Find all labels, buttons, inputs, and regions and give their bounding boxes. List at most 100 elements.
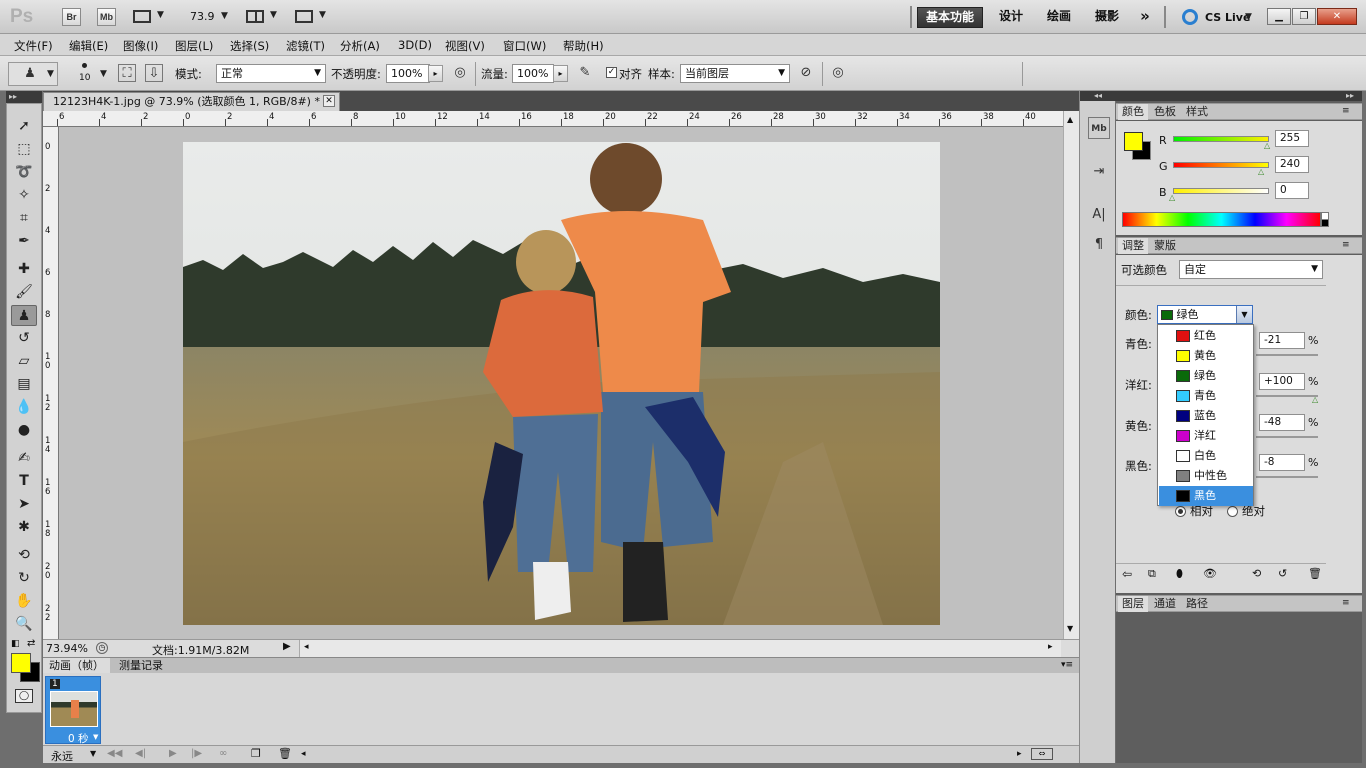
- 3d-orbit-tool-icon[interactable]: ↻: [11, 568, 37, 589]
- scroll-down-icon[interactable]: ▼: [1067, 624, 1073, 633]
- back-arrow-icon[interactable]: ⇦: [1122, 567, 1132, 581]
- b-input[interactable]: 0: [1275, 182, 1309, 199]
- close-tab-icon[interactable]: ✕: [323, 95, 335, 107]
- cyan-slider[interactable]: [1256, 354, 1318, 356]
- b-slider-handle-icon[interactable]: △: [1169, 193, 1175, 202]
- loop-select[interactable]: 永远: [51, 748, 73, 764]
- menu-view[interactable]: 视图(V): [445, 38, 485, 54]
- menu-analysis[interactable]: 分析(A): [340, 38, 380, 54]
- 3d-rotate-tool-icon[interactable]: ⟲: [11, 545, 37, 566]
- preset-select[interactable]: 自定 ▼: [1179, 260, 1323, 279]
- scroll-left-icon[interactable]: ◂: [304, 642, 309, 652]
- type-tool-icon[interactable]: T: [11, 471, 37, 492]
- zoom-level-field[interactable]: 73.9: [190, 10, 215, 23]
- zoom-tool-icon[interactable]: 🔍: [11, 614, 37, 635]
- clip-to-layer-icon[interactable]: ⬮: [1176, 567, 1183, 581]
- convert-to-timeline-icon[interactable]: ⇔: [1031, 748, 1053, 760]
- panel-menu-icon[interactable]: ≡: [1338, 596, 1354, 612]
- list-item[interactable]: 中性色: [1159, 466, 1253, 486]
- tab-styles[interactable]: 样式: [1182, 104, 1212, 120]
- black-slider[interactable]: [1256, 476, 1318, 478]
- scroll-right-icon[interactable]: ▸: [1017, 749, 1022, 759]
- list-item[interactable]: 绿色: [1159, 366, 1253, 386]
- scroll-left-icon[interactable]: ◂: [301, 749, 306, 759]
- menu-image[interactable]: 图像(I): [123, 38, 158, 54]
- tween-icon[interactable]: ∞: [219, 748, 227, 759]
- toggle-brush-panel-icon[interactable]: ⛶: [118, 64, 136, 82]
- colors-select[interactable]: 绿色 ▼: [1157, 305, 1253, 324]
- list-item[interactable]: 红色: [1159, 326, 1253, 346]
- lasso-tool-icon[interactable]: ➰: [11, 162, 37, 183]
- workspace-design[interactable]: 设计: [990, 7, 1032, 28]
- more-workspaces-icon[interactable]: »: [1134, 7, 1156, 28]
- ignore-adjustment-layers-icon[interactable]: ⊘: [797, 64, 815, 82]
- pen-tool-icon[interactable]: ✍: [11, 448, 37, 469]
- tab-channels[interactable]: 通道: [1150, 596, 1180, 612]
- panel-menu-icon[interactable]: ▾≡: [1061, 660, 1073, 670]
- next-frame-icon[interactable]: |▶: [191, 748, 202, 759]
- foreground-color-swatch[interactable]: [11, 653, 31, 673]
- history-panel-icon[interactable]: ⇥: [1088, 161, 1110, 183]
- eyedropper-tool-icon[interactable]: ✒: [11, 231, 37, 252]
- black-input[interactable]: -8: [1259, 454, 1305, 471]
- scroll-up-icon[interactable]: ▲: [1067, 115, 1073, 124]
- panel-menu-icon[interactable]: ≡: [1338, 104, 1354, 120]
- frame-delay[interactable]: 0 秒: [68, 731, 89, 746]
- eraser-tool-icon[interactable]: ▱: [11, 351, 37, 372]
- delete-adjustment-icon[interactable]: 🗑: [1308, 567, 1322, 580]
- first-frame-icon[interactable]: ◀◀: [107, 748, 122, 759]
- chevron-down-icon[interactable]: ▼: [93, 733, 98, 741]
- mini-bridge-panel-icon[interactable]: Mb: [1088, 117, 1110, 139]
- path-selection-tool-icon[interactable]: ➤: [11, 494, 37, 515]
- opacity-slider-button[interactable]: ▸: [428, 65, 443, 82]
- delete-frame-icon[interactable]: 🗑: [278, 747, 292, 760]
- hand-tool-icon[interactable]: ✋: [11, 591, 37, 612]
- menu-window[interactable]: 窗口(W): [503, 38, 546, 54]
- paragraph-panel-icon[interactable]: ¶: [1088, 234, 1110, 256]
- b-slider[interactable]: [1173, 188, 1269, 194]
- document-tab[interactable]: 12123H4K-1.jpg @ 73.9% (选取颜色 1, RGB/8#) …: [43, 92, 340, 111]
- menu-3d[interactable]: 3D(D): [398, 38, 432, 52]
- zoom-status[interactable]: 73.94%: [46, 642, 88, 655]
- duplicate-frame-icon[interactable]: ❐: [251, 747, 261, 760]
- dock-collapse-strip[interactable]: ◂◂: [1080, 91, 1116, 101]
- crop-tool-icon[interactable]: ⌗: [11, 208, 37, 229]
- chevron-down-icon[interactable]: ▼: [1245, 12, 1252, 22]
- scroll-right-icon[interactable]: ▸: [1048, 642, 1053, 652]
- marquee-tool-icon[interactable]: ⬚: [11, 139, 37, 160]
- close-window-button[interactable]: ✕: [1317, 8, 1357, 25]
- status-info-icon[interactable]: ◷: [96, 642, 108, 654]
- tab-adjustments[interactable]: 调整: [1118, 238, 1148, 254]
- bridge-button[interactable]: Br: [62, 8, 81, 26]
- g-slider-handle-icon[interactable]: △: [1258, 167, 1264, 176]
- brush-picker[interactable]: 10 ▼: [72, 60, 112, 88]
- animation-frame[interactable]: 1 0 秒 ▼: [45, 676, 101, 746]
- status-menu-arrow-icon[interactable]: ▶: [283, 641, 291, 652]
- healing-brush-tool-icon[interactable]: ✚: [11, 259, 37, 280]
- visibility-eye-icon[interactable]: 👁: [1203, 567, 1217, 580]
- r-input[interactable]: 255: [1275, 130, 1309, 147]
- gradient-tool-icon[interactable]: ▤: [11, 374, 37, 395]
- history-brush-tool-icon[interactable]: ↺: [11, 328, 37, 349]
- menu-select[interactable]: 选择(S): [230, 38, 269, 54]
- workspace-painting[interactable]: 绘画: [1038, 7, 1080, 28]
- color-spectrum-ramp[interactable]: [1122, 212, 1321, 227]
- tab-animation[interactable]: 动画（帧）: [43, 658, 110, 674]
- arrange-documents-dropdown[interactable]: ▼: [246, 9, 280, 25]
- relative-radio[interactable]: [1175, 506, 1186, 517]
- horizontal-scrollbar[interactable]: ◂ ▸: [299, 640, 1061, 657]
- yellow-input[interactable]: -48: [1259, 414, 1305, 431]
- menu-help[interactable]: 帮助(H): [563, 38, 604, 54]
- minimize-button[interactable]: ▁: [1267, 8, 1291, 25]
- tab-paths[interactable]: 路径: [1182, 596, 1212, 612]
- toggle-clone-source-icon[interactable]: ⇩: [145, 64, 163, 82]
- play-icon[interactable]: ▶: [169, 748, 177, 759]
- chevron-down-icon[interactable]: ▼: [1236, 306, 1252, 323]
- magenta-slider-handle-icon[interactable]: △: [1312, 395, 1318, 404]
- yellow-slider[interactable]: [1256, 436, 1318, 438]
- airbrush-icon[interactable]: ✎: [576, 64, 594, 82]
- menu-edit[interactable]: 编辑(E): [69, 38, 108, 54]
- tab-measurement-log[interactable]: 测量记录: [113, 658, 169, 674]
- list-item-selected[interactable]: 黑色: [1159, 486, 1253, 506]
- panel-menu-icon[interactable]: ≡: [1338, 238, 1354, 254]
